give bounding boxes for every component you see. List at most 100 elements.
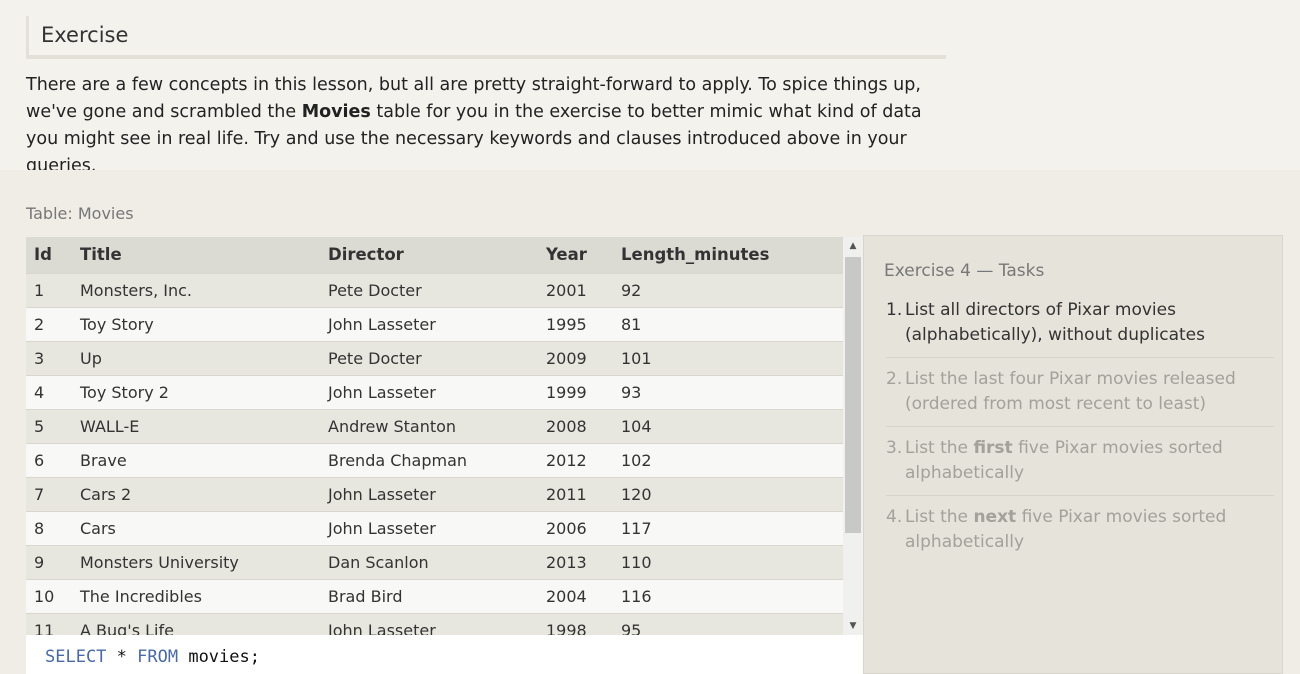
cell-id: 7 xyxy=(26,476,72,511)
cell-length: 81 xyxy=(613,306,843,341)
cell-id: 6 xyxy=(26,442,72,477)
task-text-pre: List all directors of Pixar movies (alph… xyxy=(905,300,1205,345)
cell-director: Brenda Chapman xyxy=(320,442,538,477)
task-text-pre: List the xyxy=(905,438,974,458)
cell-id: 2 xyxy=(26,306,72,341)
cell-title: Toy Story 2 xyxy=(72,374,320,409)
cell-title: The Incredibles xyxy=(72,578,320,613)
sql-star: * xyxy=(106,647,138,667)
scroll-down-arrow-icon[interactable]: ▼ xyxy=(843,617,863,635)
cell-title: Toy Story xyxy=(72,306,320,341)
cell-length: 101 xyxy=(613,340,843,375)
scroll-thumb[interactable] xyxy=(845,257,861,533)
cell-director: Dan Scanlon xyxy=(320,544,538,579)
cell-year: 2001 xyxy=(538,272,613,307)
movies-table: Id Title Director Year Length_minutes 1M… xyxy=(26,237,843,635)
cell-title: WALL-E xyxy=(72,408,320,443)
cell-id: 10 xyxy=(26,578,72,613)
column-header-length: Length_minutes xyxy=(621,245,770,265)
cell-director: John Lasseter xyxy=(320,374,538,409)
table-row: 9 Monsters University Dan Scanlon 2013 110 xyxy=(26,544,843,579)
table-caption: Table: Movies xyxy=(26,204,134,223)
cell-length: 93 xyxy=(613,374,843,409)
task-text-bold: next xyxy=(973,507,1017,527)
table-row: 7 Cars 2 John Lasseter 2011 120 xyxy=(26,476,843,511)
task-text: List the next five Pixar movies sorted a… xyxy=(905,505,1274,555)
exercise-intro: There are a few concepts in this lesson,… xyxy=(26,72,946,180)
cell-length: 110 xyxy=(613,544,843,579)
cell-director: John Lasseter xyxy=(320,510,538,545)
column-header-id: Id xyxy=(34,245,52,265)
task-text: List the last four Pixar movies released… xyxy=(905,367,1274,417)
cell-year: 2012 xyxy=(538,442,613,477)
task-text: List all directors of Pixar movies (alph… xyxy=(905,298,1274,348)
cell-year: 2011 xyxy=(538,476,613,511)
table-row: 5 WALL-E Andrew Stanton 2008 104 xyxy=(26,408,843,443)
cell-id: 8 xyxy=(26,510,72,545)
cell-year: 2009 xyxy=(538,340,613,375)
cell-length: 116 xyxy=(613,578,843,613)
table-row: 1 Monsters, Inc. Pete Docter 2001 92 xyxy=(26,272,843,307)
table-body: 1 Monsters, Inc. Pete Docter 2001 92 2 Toy Sto… xyxy=(26,272,843,635)
cell-length: 92 xyxy=(613,272,843,307)
sql-query-input[interactable]: SELECT * FROM movies; xyxy=(26,635,863,674)
task-number: 3. xyxy=(886,438,903,458)
cell-id: 3 xyxy=(26,340,72,375)
tasks-panel: Exercise 4 — Tasks 1. List all directors … xyxy=(863,235,1283,674)
cell-year: 1995 xyxy=(538,306,613,341)
cell-id: 9 xyxy=(26,544,72,579)
cell-title: Brave xyxy=(72,442,320,477)
cell-id: 4 xyxy=(26,374,72,409)
column-header-year: Year xyxy=(546,245,587,265)
cell-length: 104 xyxy=(613,408,843,443)
cell-id: 1 xyxy=(26,272,72,307)
table-scrollbar[interactable]: ▲ ▼ xyxy=(843,237,863,635)
cell-director: John Lasseter xyxy=(320,476,538,511)
cell-director: Pete Docter xyxy=(320,340,538,375)
task-number: 2. xyxy=(886,369,903,389)
cell-title: Up xyxy=(72,340,320,375)
cell-director: John Lasseter xyxy=(320,612,538,635)
table-row: 3 Up Pete Docter 2009 101 xyxy=(26,340,843,375)
table-row: 11 A Bug's Life John Lasseter 1998 95 xyxy=(26,612,843,635)
task-text-pre: List the last four Pixar movies released… xyxy=(905,369,1236,414)
table-row: 4 Toy Story 2 John Lasseter 1999 93 xyxy=(26,374,843,409)
exercise-section: Exercise There are a few concepts in thi… xyxy=(0,0,1300,176)
cell-length: 102 xyxy=(613,442,843,477)
cell-year: 2004 xyxy=(538,578,613,613)
table-row: 6 Brave Brenda Chapman 2012 102 xyxy=(26,442,843,477)
cell-title: Cars xyxy=(72,510,320,545)
tasks-title: Exercise 4 — Tasks xyxy=(884,261,1045,281)
cell-year: 1998 xyxy=(538,612,613,635)
table-row: 10 The Incredibles Brad Bird 2004 116 xyxy=(26,578,843,613)
table-row: 2 Toy Story John Lasseter 1995 81 xyxy=(26,306,843,341)
cell-year: 2008 xyxy=(538,408,613,443)
cell-id: 5 xyxy=(26,408,72,443)
cell-year: 2006 xyxy=(538,510,613,545)
cell-year: 2013 xyxy=(538,544,613,579)
task-number: 1. xyxy=(886,300,903,320)
cell-director: Pete Docter xyxy=(320,272,538,307)
cell-director: John Lasseter xyxy=(320,306,538,341)
cell-year: 1999 xyxy=(538,374,613,409)
cell-id: 11 xyxy=(26,612,72,635)
sql-keyword-from: FROM xyxy=(137,647,179,667)
movies-table-container[interactable]: Id Title Director Year Length_minutes 1M… xyxy=(26,237,863,635)
task-item-4: 4. List the next five Pixar movies sorted… xyxy=(886,505,1274,564)
sql-table-name: movies; xyxy=(178,647,260,667)
task-item-2: 2. List the last four Pixar movies releas… xyxy=(886,367,1274,427)
task-item-3: 3. List the first five Pixar movies sorte… xyxy=(886,436,1274,496)
sql-keyword-select: SELECT xyxy=(45,647,107,667)
table-row: 8 Cars John Lasseter 2006 117 xyxy=(26,510,843,545)
cell-director: Brad Bird xyxy=(320,578,538,613)
scroll-up-arrow-icon[interactable]: ▲ xyxy=(843,237,863,255)
exercise-heading: Exercise xyxy=(26,16,946,59)
cell-title: A Bug's Life xyxy=(72,612,320,635)
cell-length: 120 xyxy=(613,476,843,511)
column-header-director: Director xyxy=(328,245,404,265)
task-list: 1. List all directors of Pixar movies (al… xyxy=(886,298,1274,573)
cell-director: Andrew Stanton xyxy=(320,408,538,443)
cell-title: Cars 2 xyxy=(72,476,320,511)
task-text-bold: first xyxy=(973,438,1013,458)
table-header-row: Id Title Director Year Length_minutes xyxy=(26,237,843,273)
